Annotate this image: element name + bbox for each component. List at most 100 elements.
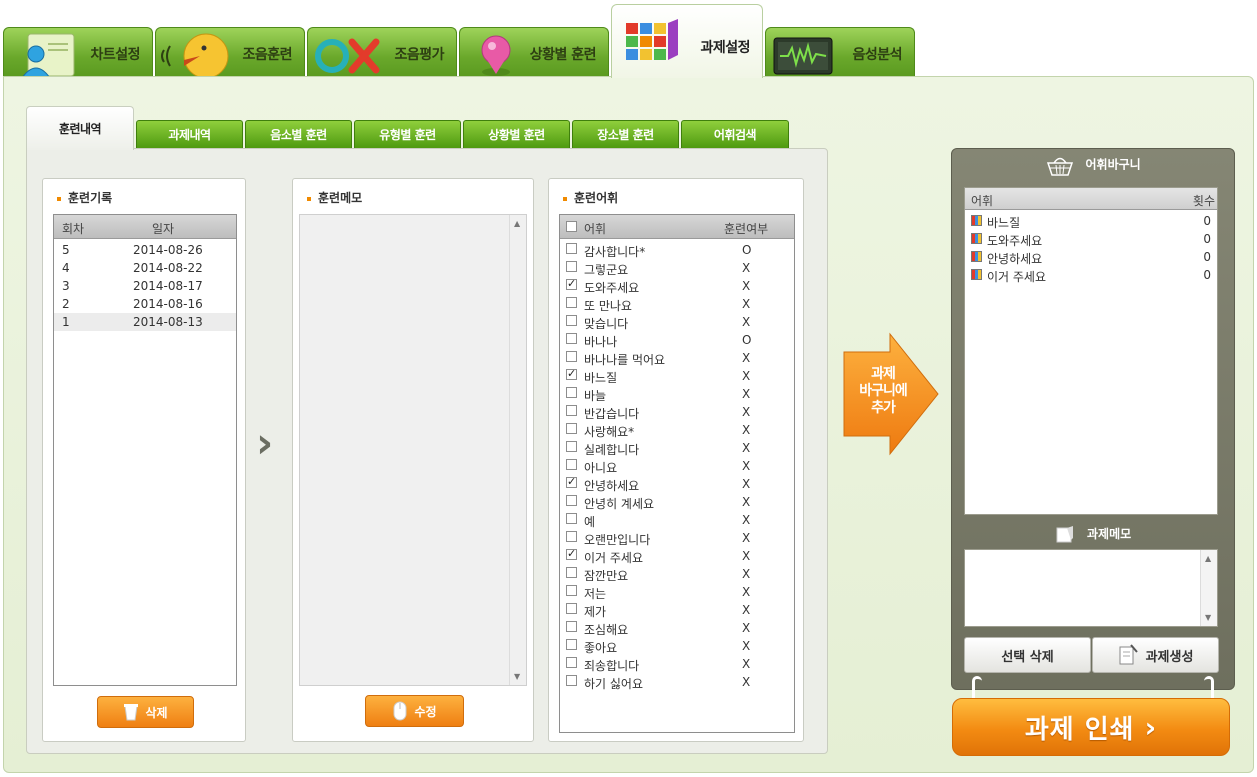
word-checkbox[interactable] bbox=[566, 675, 577, 686]
list-item[interactable]: 도와주세요 0 bbox=[965, 230, 1217, 248]
word-checkbox[interactable] bbox=[566, 475, 577, 488]
word-cell: 바느질 bbox=[987, 216, 1021, 230]
list-item[interactable]: 맞습니다 X bbox=[560, 313, 794, 331]
color-cube-icon bbox=[971, 215, 982, 226]
list-item[interactable]: 바느질 X bbox=[560, 367, 794, 385]
add-to-basket-button[interactable]: 과제 바구니에 추가 bbox=[842, 332, 940, 456]
word-checkbox[interactable] bbox=[566, 297, 577, 308]
select-all-checkbox[interactable] bbox=[566, 221, 577, 232]
tab-voice-analysis[interactable]: 음성분석 bbox=[765, 27, 915, 77]
word-checkbox[interactable] bbox=[566, 531, 577, 542]
word-checkbox[interactable] bbox=[566, 513, 577, 524]
app-root: 차트설정 조음훈련 조음평가 상황별 훈련 과제설정 음성분석 훈련내역 과제내… bbox=[0, 0, 1257, 777]
table-row[interactable]: 3 2014-08-17 bbox=[54, 277, 236, 295]
list-item[interactable]: 안녕하세요 X bbox=[560, 475, 794, 493]
table-row[interactable]: 5 2014-08-26 bbox=[54, 241, 236, 259]
list-item[interactable]: 오랜만입니다 X bbox=[560, 529, 794, 547]
word-checkbox[interactable] bbox=[566, 567, 577, 578]
tab-chart-settings[interactable]: 차트설정 bbox=[3, 27, 153, 77]
subtab-type-training[interactable]: 유형별 훈련 bbox=[354, 120, 461, 148]
edit-button[interactable]: 수정 bbox=[365, 695, 464, 727]
vocab-list[interactable]: 어휘 훈련여부 감사합니다*O그렇군요X도와주세요X또 만나요X맞습니다X바나나… bbox=[559, 214, 795, 733]
list-item[interactable]: 조심해요 X bbox=[560, 619, 794, 637]
scroll-up-icon[interactable]: ▲ bbox=[514, 219, 520, 228]
list-item[interactable]: 이거 주세요 0 bbox=[965, 266, 1217, 284]
table-row[interactable]: 1 2014-08-13 bbox=[54, 313, 236, 331]
list-item[interactable]: 바나나 O bbox=[560, 331, 794, 349]
word-checkbox[interactable] bbox=[566, 441, 577, 452]
done-cell: X bbox=[742, 549, 751, 563]
list-item[interactable]: 저는 X bbox=[560, 583, 794, 601]
task-memo-textarea[interactable]: ▲ ▼ bbox=[964, 549, 1218, 627]
list-item[interactable]: 바느질 0 bbox=[965, 212, 1217, 230]
word-checkbox[interactable] bbox=[566, 405, 577, 416]
word-checkbox[interactable] bbox=[566, 603, 577, 614]
list-item[interactable]: 바늘 X bbox=[560, 385, 794, 403]
tab-situational-training[interactable]: 상황별 훈련 bbox=[459, 27, 609, 77]
tab-task-settings[interactable]: 과제설정 bbox=[611, 4, 763, 78]
list-item[interactable]: 또 만나요 X bbox=[560, 295, 794, 313]
list-item[interactable]: 좋아요 X bbox=[560, 637, 794, 655]
subtab-vocab-search[interactable]: 어휘검색 bbox=[681, 120, 789, 148]
list-item[interactable]: 예X bbox=[560, 511, 794, 529]
word-checkbox[interactable] bbox=[566, 423, 577, 434]
word-checkbox[interactable] bbox=[566, 621, 577, 632]
word-checkbox[interactable] bbox=[566, 367, 577, 380]
scroll-up-icon[interactable]: ▲ bbox=[1205, 554, 1211, 563]
word-checkbox[interactable] bbox=[566, 639, 577, 650]
subtab-situation-training[interactable]: 상황별 훈련 bbox=[463, 120, 570, 148]
subtab-training-history[interactable]: 훈련내역 bbox=[26, 106, 134, 150]
word-checkbox[interactable] bbox=[566, 261, 577, 272]
list-item[interactable]: 그렇군요 X bbox=[560, 259, 794, 277]
tab-articulation-training[interactable]: 조음훈련 bbox=[155, 27, 305, 77]
list-item[interactable]: 잠깐만요 X bbox=[560, 565, 794, 583]
basket-col-count: 횟수 bbox=[1192, 194, 1215, 208]
delete-selected-button[interactable]: 선택 삭제 bbox=[964, 637, 1091, 673]
list-item[interactable]: 실례합니다 X bbox=[560, 439, 794, 457]
done-cell: X bbox=[742, 585, 751, 599]
word-checkbox[interactable] bbox=[566, 495, 577, 506]
basket-list[interactable]: 어휘 횟수 바느질 0 도와주세요 0 안녕하세요 0 이거 주세요 0 bbox=[964, 187, 1218, 515]
list-item[interactable]: 반갑습니다 X bbox=[560, 403, 794, 421]
list-item[interactable]: 사랑해요* X bbox=[560, 421, 794, 439]
word-checkbox[interactable] bbox=[566, 351, 577, 362]
word-checkbox[interactable] bbox=[566, 585, 577, 596]
memo-scrollbar[interactable]: ▲ ▼ bbox=[509, 215, 526, 685]
list-item[interactable]: 아니요 X bbox=[560, 457, 794, 475]
task-memo-scrollbar[interactable]: ▲ ▼ bbox=[1200, 550, 1217, 626]
list-item[interactable]: 도와주세요 X bbox=[560, 277, 794, 295]
table-row[interactable]: 2 2014-08-16 bbox=[54, 295, 236, 313]
word-checkbox[interactable] bbox=[566, 333, 577, 344]
list-item[interactable]: 죄송합니다 X bbox=[560, 655, 794, 673]
history-list[interactable]: 회차 일자 5 2014-08-26 4 2014-08-22 3 2014-08-17 2… bbox=[53, 214, 237, 686]
list-item[interactable]: 제가 X bbox=[560, 601, 794, 619]
list-item[interactable]: 안녕히 계세요 X bbox=[560, 493, 794, 511]
list-item[interactable]: 이거 주세요 X bbox=[560, 547, 794, 565]
scroll-down-icon[interactable]: ▼ bbox=[514, 672, 520, 681]
list-item[interactable]: 바나나를 먹어요 X bbox=[560, 349, 794, 367]
print-task-button[interactable]: 과제 인쇄 › bbox=[952, 698, 1230, 756]
subtab-task-history[interactable]: 과제내역 bbox=[136, 120, 243, 148]
list-item[interactable]: 안녕하세요 0 bbox=[965, 248, 1217, 266]
create-task-button[interactable]: 과제생성 bbox=[1092, 637, 1219, 673]
list-item[interactable]: 감사합니다* O bbox=[560, 241, 794, 259]
word-checkbox[interactable] bbox=[566, 459, 577, 470]
word-checkbox[interactable] bbox=[566, 657, 577, 668]
basket-icon bbox=[1047, 157, 1074, 176]
subtab-phoneme-training[interactable]: 음소별 훈련 bbox=[245, 120, 352, 148]
word-checkbox[interactable] bbox=[566, 315, 577, 326]
scroll-down-icon[interactable]: ▼ bbox=[1205, 613, 1211, 622]
word-checkbox[interactable] bbox=[566, 387, 577, 398]
table-row[interactable]: 4 2014-08-22 bbox=[54, 259, 236, 277]
delete-button[interactable]: 삭제 bbox=[97, 696, 194, 728]
done-cell: X bbox=[742, 513, 751, 527]
tab-articulation-eval[interactable]: 조음평가 bbox=[307, 27, 457, 77]
memo-textarea[interactable]: ▲ ▼ bbox=[299, 214, 527, 686]
word-checkbox[interactable] bbox=[566, 243, 577, 254]
word-checkbox[interactable] bbox=[566, 547, 577, 560]
trash-icon bbox=[124, 704, 139, 721]
list-item[interactable]: 하기 싫어요 X bbox=[560, 673, 794, 691]
word-checkbox[interactable] bbox=[566, 277, 577, 290]
color-cube-icon bbox=[971, 233, 982, 244]
subtab-place-training[interactable]: 장소별 훈련 bbox=[572, 120, 679, 148]
